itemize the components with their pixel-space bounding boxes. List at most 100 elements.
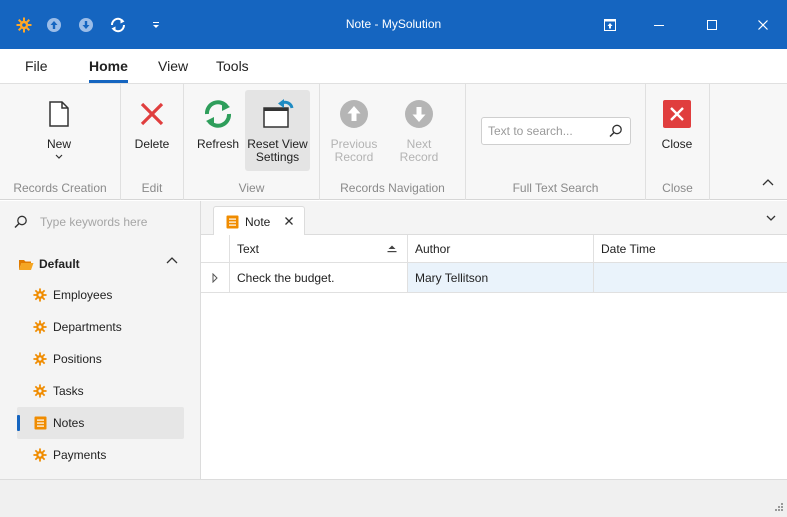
selection-indicator <box>17 415 20 431</box>
tab-tools[interactable]: Tools <box>216 58 249 74</box>
chevron-up-icon <box>762 179 774 186</box>
document-tab-note[interactable]: Note <box>213 206 305 236</box>
nav-item-label: Payments <box>53 448 107 462</box>
nav-item-label: Positions <box>53 352 102 366</box>
previous-record-label-line2: Record <box>334 150 374 164</box>
document-tab-strip: Note <box>201 201 787 236</box>
chevron-down-icon <box>766 215 776 221</box>
nav-group-label: Default <box>39 257 80 271</box>
column-header-author[interactable]: Author <box>407 235 593 263</box>
document-area: Note Text Author Date Time Check the bud… <box>201 201 787 479</box>
close-view-button[interactable]: Close <box>656 90 698 151</box>
column-header-date-time[interactable]: Date Time <box>593 235 787 263</box>
group-label-edit: Edit <box>141 181 163 195</box>
tab-view[interactable]: View <box>158 58 188 74</box>
group-label-close: Close <box>662 181 693 195</box>
column-header-label: Date Time <box>601 242 656 256</box>
minimize-icon <box>654 25 664 26</box>
restore-tab-icon <box>604 19 616 31</box>
column-header-text[interactable]: Text <box>229 235 407 263</box>
gear-icon <box>33 384 47 398</box>
group-label-view: View <box>238 181 265 195</box>
gear-icon <box>33 352 47 366</box>
nav-item-label: Notes <box>53 416 85 430</box>
nav-group-default[interactable]: Default <box>18 255 188 273</box>
nav-item-payments[interactable]: Payments <box>17 439 184 471</box>
refresh-button-label: Refresh <box>196 137 240 151</box>
resize-grip-icon[interactable] <box>775 503 783 511</box>
note-icon <box>226 215 239 228</box>
active-tab-indicator <box>89 80 128 83</box>
search-icon <box>14 215 27 229</box>
restore-tab-button[interactable] <box>595 12 625 38</box>
group-label-full-text-search: Full Text Search <box>512 181 599 195</box>
group-label-records-navigation: Records Navigation <box>340 181 445 195</box>
document-tab-label: Note <box>245 214 271 229</box>
full-text-search-box[interactable] <box>481 117 631 145</box>
chevron-up-icon[interactable] <box>166 256 178 264</box>
previous-record-button[interactable]: Previous Record <box>328 90 380 164</box>
new-button-label: New <box>46 137 71 151</box>
new-document-icon <box>41 96 77 132</box>
ribbon-group-close: Close Close <box>646 84 710 200</box>
next-record-button[interactable]: Next Record <box>386 90 452 164</box>
navigation-search[interactable] <box>14 213 194 231</box>
ribbon-group-view: Refresh Reset View Settings View <box>184 84 320 200</box>
tab-close-button[interactable] <box>282 214 296 228</box>
reset-view-icon <box>260 96 296 132</box>
ribbon-group-edit: Delete Edit <box>121 84 184 200</box>
reset-view-settings-button[interactable]: Reset View Settings <box>245 90 310 171</box>
delete-x-icon <box>134 96 170 132</box>
table-row[interactable]: Check the budget. Mary Tellitson <box>201 263 787 293</box>
nav-item-label: Tasks <box>53 384 84 398</box>
next-record-label: Next Record <box>399 137 439 164</box>
close-icon <box>758 20 768 30</box>
minimize-button[interactable] <box>644 12 674 38</box>
new-button[interactable]: New <box>38 90 80 160</box>
nav-item-notes[interactable]: Notes <box>17 407 184 439</box>
refresh-icon <box>200 96 236 132</box>
row-expand-icon[interactable] <box>212 272 218 283</box>
maximize-icon <box>707 20 717 30</box>
row-indicator-header <box>201 235 229 263</box>
full-text-search-input[interactable] <box>488 123 606 139</box>
nav-item-employees[interactable]: Employees <box>17 279 184 311</box>
dropdown-chevron-icon <box>55 154 63 159</box>
ribbon-tab-bar: File Home View Tools <box>0 49 787 84</box>
ribbon-group-records-creation: New Records Creation <box>0 84 121 200</box>
cell-text[interactable]: Check the budget. <box>229 263 407 292</box>
sort-ascending-icon <box>387 245 397 253</box>
nav-item-positions[interactable]: Positions <box>17 343 184 375</box>
note-icon <box>33 416 47 430</box>
delete-button[interactable]: Delete <box>131 90 173 151</box>
title-bar: Note - MySolution <box>0 0 787 49</box>
reset-view-label-line1: Reset View <box>247 137 308 151</box>
close-window-button[interactable] <box>748 12 778 38</box>
gear-icon <box>33 288 47 302</box>
gear-icon <box>33 448 47 462</box>
previous-record-label-line1: Previous <box>330 137 378 151</box>
navigation-search-input[interactable] <box>40 213 190 231</box>
maximize-button[interactable] <box>697 12 727 38</box>
reset-view-settings-label: Reset View Settings <box>247 138 307 164</box>
tab-file[interactable]: File <box>25 58 48 74</box>
close-button-label: Close <box>661 137 693 151</box>
cell-author[interactable]: Mary Tellitson <box>407 263 593 292</box>
refresh-button[interactable]: Refresh <box>194 90 242 151</box>
row-indicator <box>201 263 229 292</box>
close-icon <box>285 217 293 225</box>
close-red-icon <box>659 96 695 132</box>
cell-date-time[interactable] <box>593 263 787 292</box>
collapse-ribbon-button[interactable] <box>758 172 778 192</box>
nav-item-label: Employees <box>53 288 113 302</box>
search-icon[interactable] <box>609 124 623 141</box>
ribbon-group-records-navigation: Previous Record Next Record Records Navi… <box>320 84 466 200</box>
ribbon: New Records Creation Delete Edit Refresh <box>0 84 787 200</box>
navigation-panel: Default Employees Departments Positions … <box>0 201 201 479</box>
nav-item-tasks[interactable]: Tasks <box>17 375 184 407</box>
nav-item-departments[interactable]: Departments <box>17 311 184 343</box>
group-label-records-creation: Records Creation <box>13 181 107 195</box>
previous-record-label: Previous Record <box>331 138 378 164</box>
tab-home[interactable]: Home <box>89 58 128 74</box>
tab-list-dropdown[interactable] <box>763 210 779 226</box>
